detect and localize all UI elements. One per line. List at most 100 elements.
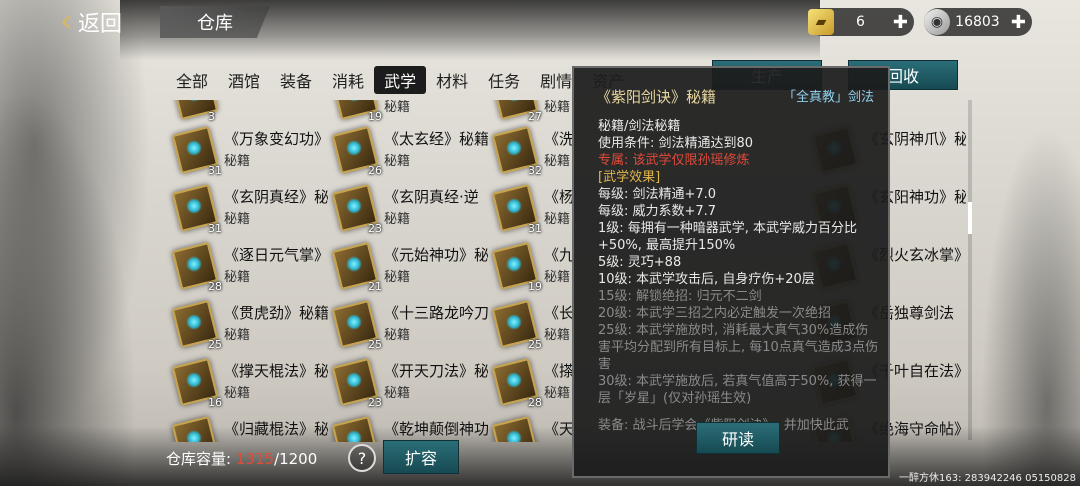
item-type: 秘籍 (224, 440, 250, 442)
expand-button[interactable]: 扩容 (383, 440, 459, 474)
gold-ingot-icon: ▰ (808, 9, 834, 35)
item-type: 秘籍 (224, 270, 251, 285)
tooltip-line: [武学效果] (598, 170, 661, 185)
item-type: 秘籍 (544, 440, 570, 442)
book-icon: 31 (168, 125, 222, 177)
tab-martial-arts[interactable]: 武学 (374, 66, 427, 94)
tooltip-line: 25级: 本武学施放时, 消耗最大真气30%造成伤害平均分配到所有目标上, 每1… (598, 323, 879, 372)
book-icon: 19 (488, 241, 542, 293)
item-slot[interactable]: 25 《十三路龙吟刀 秘籍 (326, 298, 488, 354)
item-count: 28 (528, 396, 542, 409)
tooltip-line: 1级: 每拥有一种暗器武学, 本武学威力百分比+50%, 最高提升150% (598, 221, 858, 253)
book-icon: 21 (328, 241, 382, 293)
book-icon: 25 (328, 299, 382, 351)
capacity-label: 仓库容量: (166, 450, 232, 468)
tooltip-line: 30级: 本武学施放后, 若真气值高于50%, 获得一层「岁星」(仅对孙瑶生效) (598, 374, 877, 406)
item-name: 《逐日元气掌》 (224, 246, 328, 264)
item-name: 《乾坤颠倒神功 (384, 420, 488, 438)
tooltip-line: 每级: 剑法精通+7.0 (598, 187, 717, 202)
book-icon (488, 415, 539, 442)
add-gold-button[interactable]: ✚ (893, 12, 908, 33)
page-title: 仓库 (160, 6, 270, 38)
tooltip-line: 10级: 本武学攻击后, 自身疗伤+20层 (598, 272, 815, 287)
item-slot[interactable]: 31 《万象变幻功》 秘籍 (166, 124, 328, 180)
book-icon: 28 (168, 241, 222, 293)
item-type: 秘籍 (544, 212, 571, 227)
item-type: 秘籍 (384, 100, 411, 115)
item-tooltip: 《紫阳剑诀》秘籍 「全真教」剑法 秘籍/剑法秘籍 使用条件: 剑法精通达到80 专属… (572, 66, 890, 478)
item-type: 秘籍 (544, 154, 571, 169)
item-type: 秘籍 (544, 328, 571, 343)
gold-resource: ▰ 6 ✚ (808, 8, 914, 36)
item-count: 32 (528, 164, 542, 177)
silver-ingot-icon: ◉ (924, 9, 950, 35)
item-slot[interactable]: 28 《逐日元气掌》 秘籍 (166, 240, 328, 296)
book-icon: 23 (328, 357, 382, 409)
silver-amount: 16803 (955, 14, 1000, 30)
tab-quests[interactable]: 任务 (478, 66, 530, 94)
silver-resource: ◉ 16803 ✚ (924, 8, 1032, 36)
item-name: 《太玄经》秘籍 (384, 130, 488, 148)
item-slot[interactable]: 《乾坤颠倒神功秘籍 (326, 414, 488, 442)
scrollbar-track[interactable] (968, 100, 972, 440)
book-icon: 27 (488, 100, 542, 123)
item-slot[interactable]: 25 《贯虎劲》秘籍 秘籍 (166, 298, 328, 354)
tooltip-line: 每级: 威力系数+7.7 (598, 204, 717, 219)
item-count: 3 (208, 110, 215, 123)
item-slot[interactable]: 23 《玄阴真经·逆 秘籍 (326, 182, 486, 238)
item-slot[interactable]: 26 《太玄经》秘籍 秘籍 (326, 124, 488, 180)
capacity-used: 1315 (235, 450, 275, 468)
tooltip-line: 15级: 解锁绝招: 归元不二剑 (598, 289, 762, 304)
item-count: 21 (368, 280, 382, 293)
gold-amount: 6 (855, 14, 865, 30)
item-type: 秘籍 (384, 386, 411, 401)
book-icon (168, 415, 219, 442)
item-type: 秘籍 (384, 270, 411, 285)
back-label: 返回 (78, 12, 123, 37)
item-count: 23 (368, 396, 382, 409)
item-slot[interactable]: 31 《玄阴真经》秘 秘籍 (166, 182, 328, 238)
item-slot[interactable]: 《归藏棍法》秘秘籍 (166, 414, 328, 442)
item-count: 25 (368, 338, 382, 351)
item-type: 秘籍 (224, 328, 251, 343)
read-button[interactable]: 研读 (696, 422, 780, 454)
item-type: 秘籍 (224, 386, 251, 401)
add-silver-button[interactable]: ✚ (1011, 12, 1026, 33)
tooltip-line: 20级: 本武学三招之内必定触发一次绝招 (598, 306, 832, 321)
back-button[interactable]: ‹ 返回 (60, 6, 122, 38)
item-type: 秘籍 (544, 100, 571, 115)
item-count: 31 (528, 222, 542, 235)
item-slot[interactable]: 16 《撑天棍法》秘 秘籍 (166, 356, 328, 412)
book-icon: 32 (488, 125, 542, 177)
item-name: 《开天刀法》秘 (384, 362, 488, 380)
item-count: 25 (528, 338, 542, 351)
capacity-total: /1200 (274, 450, 318, 468)
book-icon: 19 (328, 100, 382, 123)
help-button[interactable]: ? (348, 444, 376, 472)
book-icon: 25 (488, 299, 542, 351)
tab-consumables[interactable]: 消耗 (322, 66, 374, 94)
tab-all[interactable]: 全部 (166, 66, 218, 94)
book-icon: 23 (328, 183, 382, 235)
item-slot[interactable]: 23 《开天刀法》秘 秘籍 (326, 356, 488, 412)
tab-equipment[interactable]: 装备 (270, 66, 322, 94)
tooltip-body: 秘籍/剑法秘籍 使用条件: 剑法精通达到80 专属: 该武学仅限孙瑶修炼 [武学效果]… (598, 118, 880, 434)
item-name: 《十三路龙吟刀 (384, 304, 488, 322)
item-name: 《撑天棍法》秘 (224, 362, 328, 380)
tooltip-line: 秘籍/剑法秘籍 (598, 119, 681, 134)
item-type: 秘籍 (224, 154, 251, 169)
item-slot[interactable]: 3天书 (166, 100, 326, 126)
item-count: 31 (208, 222, 222, 235)
scrollbar-thumb[interactable] (968, 202, 972, 234)
item-type: 秘籍 (224, 212, 251, 227)
book-icon: 3 (168, 100, 219, 123)
item-name: 《归藏棍法》秘 (224, 420, 328, 438)
item-slot[interactable]: 21 《元始神功》秘 秘籍 (326, 240, 488, 296)
item-type: 秘籍 (544, 386, 571, 401)
item-count: 25 (208, 338, 222, 351)
book-icon: 31 (168, 183, 222, 235)
item-slot[interactable]: 19 秘籍 (326, 100, 486, 126)
book-icon: 31 (488, 183, 542, 235)
tab-tavern[interactable]: 酒馆 (218, 66, 270, 94)
tab-materials[interactable]: 材料 (426, 66, 478, 94)
